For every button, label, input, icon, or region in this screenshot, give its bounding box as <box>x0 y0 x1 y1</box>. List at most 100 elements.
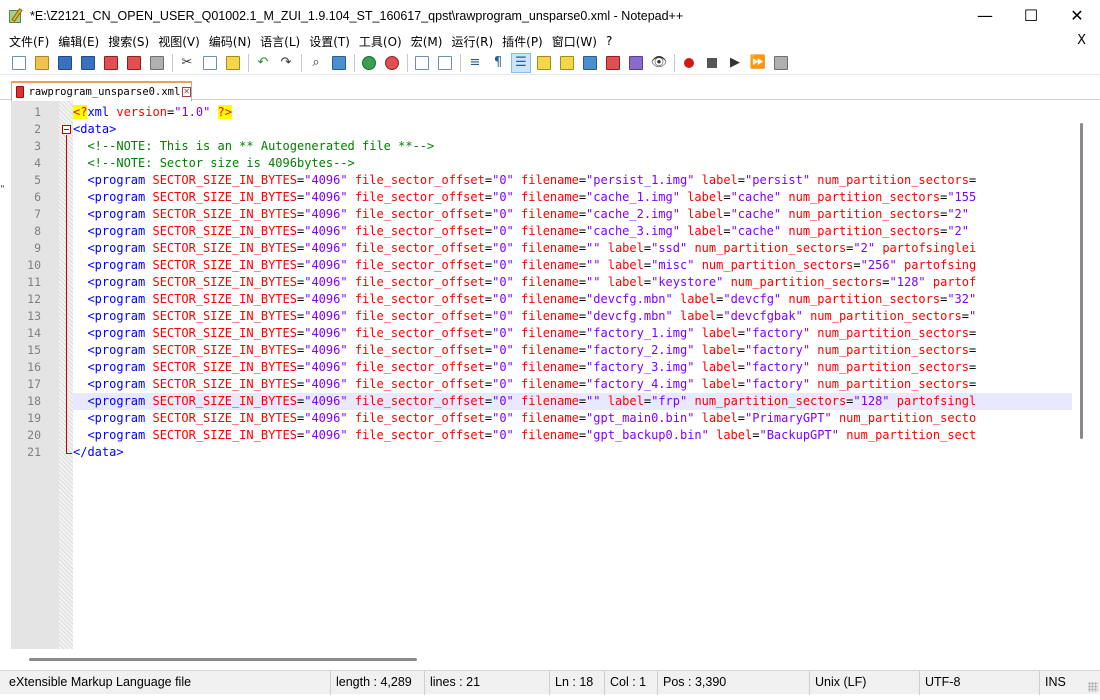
menu-settings[interactable]: 设置(T) <box>309 33 350 50</box>
menu-run[interactable]: 运行(R) <box>451 33 493 50</box>
menu-plugins[interactable]: 插件(P) <box>502 33 543 50</box>
tab-active-accent <box>11 81 192 83</box>
save-all-icon[interactable] <box>78 53 98 73</box>
status-line-number: Ln : 18 <box>550 671 605 695</box>
close-icon[interactable] <box>101 53 121 73</box>
sync-vertical-icon[interactable] <box>412 53 432 73</box>
status-encoding[interactable]: UTF-8 <box>920 671 1040 695</box>
print-icon[interactable] <box>147 53 167 73</box>
code-line[interactable]: <!--NOTE: Sector size is 4096bytes--> <box>73 155 1073 172</box>
menu-help[interactable]: ? <box>606 34 612 48</box>
resize-grip[interactable] <box>1088 682 1098 692</box>
menu-language[interactable]: 语言(L) <box>260 33 300 50</box>
open-file-icon[interactable] <box>32 53 52 73</box>
sync-horizontal-icon[interactable] <box>435 53 455 73</box>
zoom-in-icon[interactable] <box>359 53 379 73</box>
toolbar-separator <box>674 53 675 72</box>
menu-macro[interactable]: 宏(M) <box>411 33 443 50</box>
line-number: 1 <box>34 105 41 119</box>
menu-file[interactable]: 文件(F) <box>9 33 49 50</box>
minimize-button[interactable]: — <box>962 0 1008 31</box>
menu-edit[interactable]: 编辑(E) <box>58 33 99 50</box>
vertical-scroll-thumb[interactable] <box>1080 123 1083 439</box>
code-line[interactable]: <program SECTOR_SIZE_IN_BYTES="4096" fil… <box>73 223 1073 240</box>
code-line[interactable]: <data> <box>73 121 1073 138</box>
code-line[interactable]: </data> <box>73 444 1073 461</box>
code-area[interactable]: <?xml version="1.0" ?> <data> <!--NOTE: T… <box>73 101 1073 649</box>
line-number: 10 <box>27 258 41 272</box>
paste-icon[interactable] <box>223 53 243 73</box>
copy-icon[interactable] <box>200 53 220 73</box>
tab-bar: rawprogram_unsparse0.xml ✕ <box>0 78 1100 101</box>
vertical-scrollbar[interactable] <box>1072 101 1093 649</box>
save-icon[interactable] <box>55 53 75 73</box>
code-line[interactable]: <program SECTOR_SIZE_IN_BYTES="4096" fil… <box>73 325 1073 342</box>
code-line[interactable]: <program SECTOR_SIZE_IN_BYTES="4096" fil… <box>73 308 1073 325</box>
doc-list-icon[interactable] <box>626 53 646 73</box>
horizontal-scrollbar[interactable] <box>11 649 1072 669</box>
code-line[interactable]: <program SECTOR_SIZE_IN_BYTES="4096" fil… <box>73 274 1073 291</box>
code-line[interactable]: <program SECTOR_SIZE_IN_BYTES="4096" fil… <box>73 376 1073 393</box>
menu-encoding[interactable]: 编码(N) <box>209 33 251 50</box>
menu-search[interactable]: 搜索(S) <box>108 33 149 50</box>
play-macro-icon[interactable]: ▶ <box>725 53 745 73</box>
status-length: length : 4,289 <box>331 671 425 695</box>
close-all-icon[interactable] <box>124 53 144 73</box>
editor[interactable]: 1 2 3 4 5 6 7 8 9 10 11 12 13 14 15 16 17 18 19 20 21 <?xml … <box>11 101 1093 649</box>
code-line[interactable]: <program SECTOR_SIZE_IN_BYTES="4096" fil… <box>73 206 1073 223</box>
horizontal-scroll-thumb[interactable] <box>29 658 417 661</box>
code-line[interactable]: <program SECTOR_SIZE_IN_BYTES="4096" fil… <box>73 189 1073 206</box>
code-line[interactable]: <program SECTOR_SIZE_IN_BYTES="4096" fil… <box>73 342 1073 359</box>
monitoring-icon[interactable]: 👁 <box>649 53 669 73</box>
undo-icon[interactable]: ↶ <box>253 53 273 73</box>
code-line[interactable]: <program SECTOR_SIZE_IN_BYTES="4096" fil… <box>73 427 1073 444</box>
status-insert-mode[interactable]: INS <box>1040 671 1084 695</box>
line-number: 11 <box>27 275 41 289</box>
zoom-out-icon[interactable] <box>382 53 402 73</box>
show-all-chars-icon[interactable]: ¶ <box>488 53 508 73</box>
code-line[interactable]: <!--NOTE: This is an ** Autogenerated fi… <box>73 138 1073 155</box>
word-wrap-icon[interactable]: ≡ <box>465 53 485 73</box>
line-number: 2 <box>34 122 41 136</box>
code-line[interactable]: <program SECTOR_SIZE_IN_BYTES="4096" fil… <box>73 291 1073 308</box>
status-file-type: eXtensible Markup Language file <box>4 671 331 695</box>
line-number: 12 <box>27 292 41 306</box>
code-line[interactable]: <program SECTOR_SIZE_IN_BYTES="4096" fil… <box>73 172 1073 189</box>
folder-as-workspace-icon[interactable] <box>603 53 623 73</box>
tab-rawprogram-unsparse0[interactable]: rawprogram_unsparse0.xml ✕ <box>11 81 192 101</box>
menu-view[interactable]: 视图(V) <box>158 33 200 50</box>
current-code-line[interactable]: <program SECTOR_SIZE_IN_BYTES="4096" fil… <box>73 393 1073 410</box>
notepadpp-app-icon[interactable] <box>8 7 24 24</box>
cut-icon[interactable]: ✂ <box>177 53 197 73</box>
replace-icon[interactable] <box>329 53 349 73</box>
line-number: 8 <box>34 224 41 238</box>
tab-close-icon[interactable]: ✕ <box>182 86 191 97</box>
indent-guide-icon[interactable]: ☰ <box>511 52 531 73</box>
maximize-button[interactable]: ☐ <box>1008 0 1054 31</box>
save-macro-icon[interactable] <box>771 53 791 73</box>
run-macro-multiple-icon[interactable]: ⏩ <box>748 53 768 73</box>
code-line[interactable]: <program SECTOR_SIZE_IN_BYTES="4096" fil… <box>73 410 1073 427</box>
code-line[interactable]: <program SECTOR_SIZE_IN_BYTES="4096" fil… <box>73 359 1073 376</box>
redo-icon[interactable]: ↷ <box>276 53 296 73</box>
status-eol[interactable]: Unix (LF) <box>810 671 920 695</box>
function-list-icon[interactable] <box>580 53 600 73</box>
menu-tools[interactable]: 工具(O) <box>359 33 402 50</box>
close-window-button[interactable]: ✕ <box>1054 0 1100 31</box>
code-line[interactable]: <program SECTOR_SIZE_IN_BYTES="4096" fil… <box>73 240 1073 257</box>
line-number: 17 <box>27 377 41 391</box>
record-macro-icon[interactable] <box>679 53 699 73</box>
find-icon[interactable]: ⌕ <box>306 53 326 73</box>
fold-collapse-icon[interactable] <box>62 125 71 134</box>
code-line[interactable]: <program SECTOR_SIZE_IN_BYTES="4096" fil… <box>73 257 1073 274</box>
code-line[interactable]: <?xml version="1.0" ?> <box>73 104 1073 121</box>
line-number: 6 <box>34 190 41 204</box>
menu-window[interactable]: 窗口(W) <box>552 33 597 50</box>
line-number: 19 <box>27 411 41 425</box>
new-file-icon[interactable] <box>9 53 29 73</box>
close-document-button[interactable]: X <box>1077 31 1086 51</box>
toolbar-separator <box>407 53 408 72</box>
udl-icon[interactable] <box>534 53 554 73</box>
doc-map-icon[interactable] <box>557 53 577 73</box>
stop-macro-icon[interactable] <box>702 53 722 73</box>
